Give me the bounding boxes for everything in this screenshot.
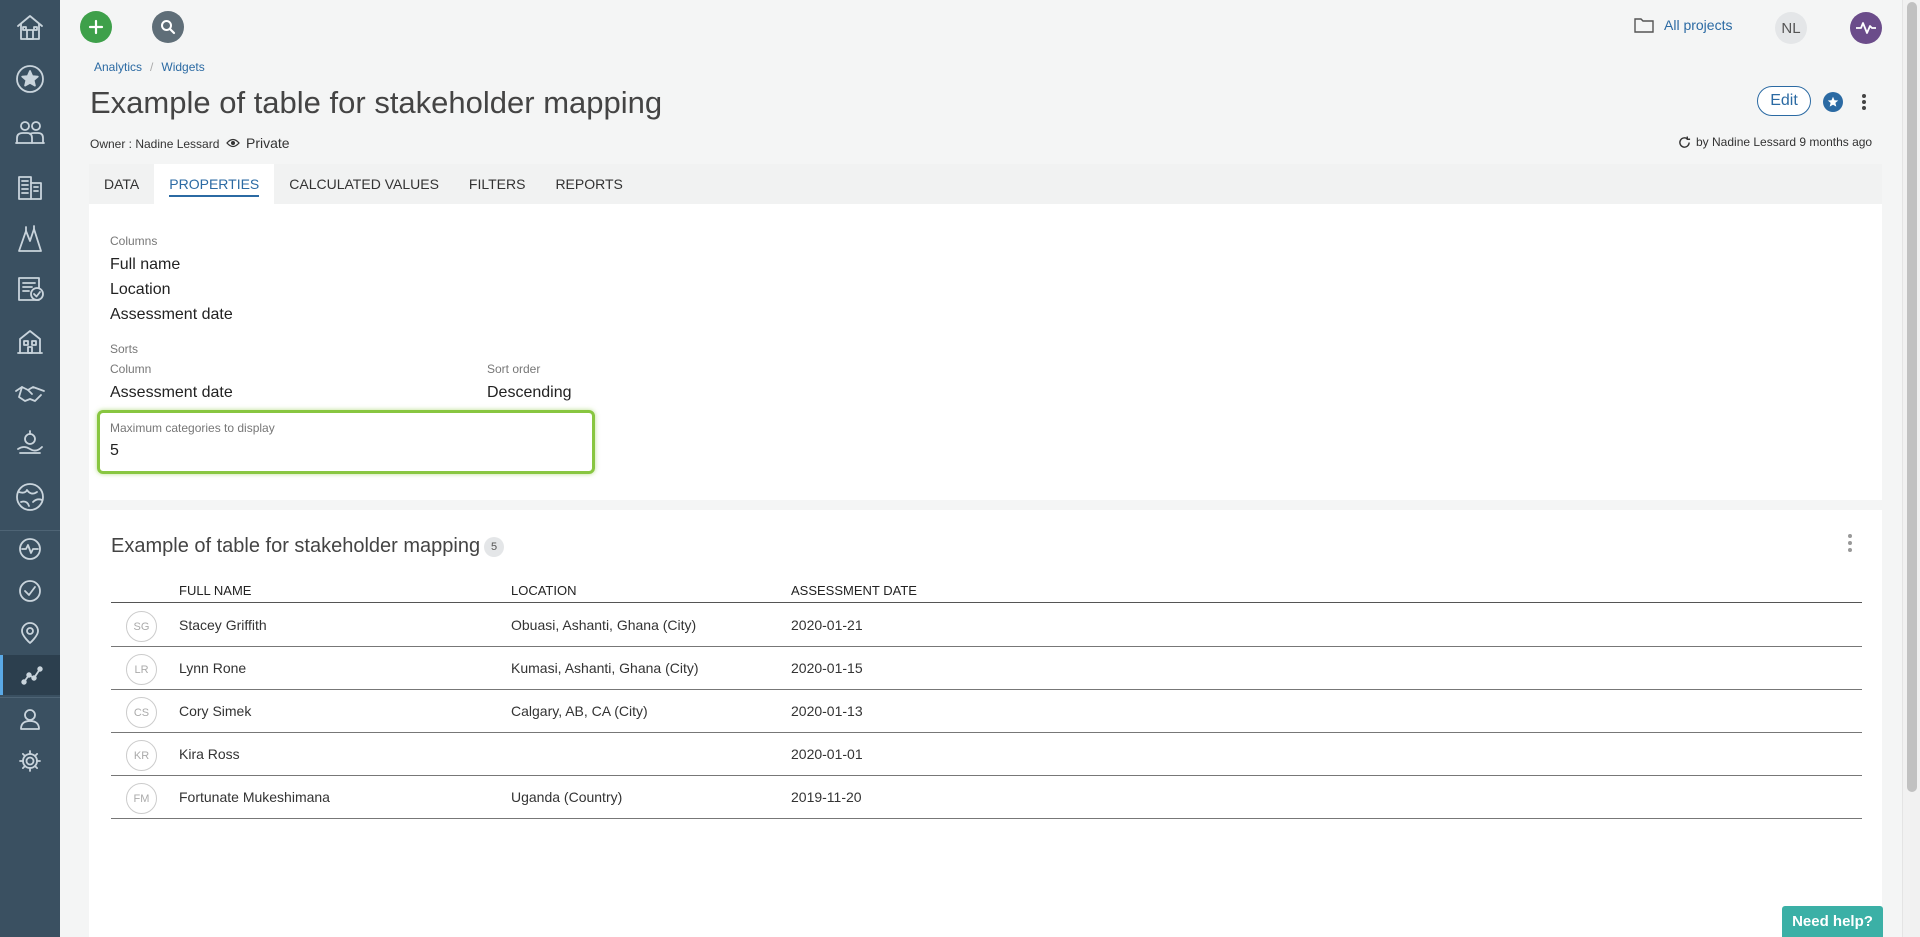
check-icon[interactable] (0, 574, 60, 608)
avatar: CS (126, 697, 157, 728)
breadcrumb-separator: / (150, 60, 154, 74)
sidebar-divider (0, 697, 60, 698)
agreements-icon[interactable] (0, 370, 60, 416)
privacy-status: Private (226, 135, 290, 151)
cell-full-name[interactable]: Stacey Griffith (179, 617, 267, 633)
globe-icon[interactable] (0, 472, 60, 522)
refresh-icon (1679, 135, 1691, 148)
need-help-button[interactable]: Need help? (1782, 906, 1883, 937)
cell-assessment-date: 2020-01-13 (791, 703, 863, 719)
column-item: Location (110, 281, 171, 298)
tab-data[interactable]: DATA (89, 164, 154, 204)
sort-order-value: Descending (487, 384, 572, 401)
buildings-icon[interactable] (0, 318, 60, 364)
folder-icon (1634, 18, 1654, 33)
star-icon (1827, 96, 1839, 107)
breadcrumb: Analytics / Widgets (94, 60, 205, 74)
row-count-badge: 5 (484, 537, 504, 557)
column-header-location[interactable]: LOCATION (511, 583, 577, 598)
privacy-label: Private (246, 135, 290, 151)
cell-assessment-date: 2020-01-21 (791, 617, 863, 633)
column-header-assessment-date[interactable]: ASSESSMENT DATE (791, 583, 917, 598)
cell-location: Obuasi, Ashanti, Ghana (City) (511, 617, 697, 633)
analytics-icon[interactable] (0, 655, 60, 695)
table-row[interactable]: CS Cory Simek Calgary, AB, CA (City) 202… (111, 690, 1862, 733)
breadcrumb-widgets[interactable]: Widgets (161, 60, 204, 74)
last-updated-label: by Nadine Lessard 9 months ago (1696, 135, 1873, 149)
owner-label: Owner : Nadine Lessard (90, 137, 220, 151)
page-scrollbar[interactable] (1902, 0, 1920, 937)
settings-icon[interactable] (0, 744, 60, 778)
avatar: FM (126, 783, 157, 814)
cell-assessment-date: 2020-01-15 (791, 660, 863, 676)
column-header-full-name[interactable]: FULL NAME (179, 583, 251, 598)
home-icon[interactable] (0, 4, 60, 50)
avatar: KR (126, 740, 157, 771)
projects-icon[interactable] (0, 216, 60, 262)
grievances-icon[interactable] (0, 420, 60, 466)
table-row[interactable]: FM Fortunate Mukeshimana Uganda (Country… (111, 776, 1862, 819)
cell-full-name[interactable]: Fortunate Mukeshimana (179, 789, 330, 805)
tab-reports[interactable]: REPORTS (540, 164, 637, 204)
cell-full-name[interactable]: Kira Ross (179, 746, 240, 762)
column-item: Assessment date (110, 306, 233, 323)
cell-assessment-date: 2019-11-20 (791, 789, 862, 805)
cell-location: Kumasi, Ashanti, Ghana (City) (511, 660, 699, 676)
star-icon[interactable] (0, 56, 60, 102)
pulse-icon (1856, 22, 1876, 34)
sort-order-label: Sort order (487, 362, 541, 376)
column-item: Full name (110, 256, 181, 273)
tab-properties[interactable]: PROPERTIES (154, 164, 275, 204)
search-icon (161, 20, 176, 35)
max-categories-highlight (97, 410, 595, 474)
table-row[interactable]: LR Lynn Rone Kumasi, Ashanti, Ghana (Cit… (111, 647, 1862, 690)
more-options-icon[interactable] (1858, 92, 1870, 112)
search-button[interactable] (152, 11, 184, 43)
avatar: SG (126, 611, 157, 642)
activity-icon[interactable] (0, 532, 60, 566)
table-title: Example of table for stakeholder mapping (111, 535, 481, 557)
eye-icon (226, 138, 240, 148)
breadcrumb-analytics[interactable]: Analytics (94, 60, 142, 74)
organizations-icon[interactable] (0, 164, 60, 210)
tasks-icon[interactable] (0, 266, 60, 312)
cell-full-name[interactable]: Cory Simek (179, 703, 251, 719)
tab-filters[interactable]: FILTERS (454, 164, 541, 204)
max-categories-label: Maximum categories to display (110, 421, 275, 435)
cell-location: Uganda (Country) (511, 789, 623, 805)
sidebar-divider (0, 530, 60, 531)
widget-properties-card: DATA PROPERTIES CALCULATED VALUES FILTER… (89, 164, 1882, 500)
sort-column-label: Column (110, 362, 152, 376)
avatar: LR (126, 654, 157, 685)
edit-button[interactable]: Edit (1757, 86, 1811, 116)
user-avatar[interactable]: NL (1775, 12, 1807, 44)
activity-pulse-button[interactable] (1850, 12, 1882, 44)
page-title: Example of table for stakeholder mapping (90, 85, 663, 120)
table-header: FULL NAME LOCATION ASSESSMENT DATE (111, 582, 1862, 603)
all-projects-label: All projects (1664, 17, 1733, 33)
cell-full-name[interactable]: Lynn Rone (179, 660, 246, 676)
last-updated: by Nadine Lessard 9 months ago (1678, 135, 1872, 149)
cell-location: Calgary, AB, CA (City) (511, 703, 648, 719)
widget-preview-card: Example of table for stakeholder mapping… (89, 510, 1882, 937)
table-row[interactable]: SG Stacey Griffith Obuasi, Ashanti, Ghan… (111, 604, 1862, 647)
user-icon[interactable] (0, 702, 60, 736)
columns-label: Columns (110, 234, 158, 248)
scrollbar-thumb[interactable] (1907, 2, 1917, 792)
table-row[interactable]: KR Kira Ross 2020-01-01 (111, 733, 1862, 776)
cell-assessment-date: 2020-01-01 (791, 746, 863, 762)
stakeholders-icon[interactable] (0, 110, 60, 156)
card-options-icon[interactable] (1844, 532, 1856, 554)
add-button[interactable] (80, 11, 112, 43)
all-projects-link[interactable]: All projects (1634, 17, 1732, 33)
sorts-label: Sorts (110, 342, 139, 356)
tab-calculated-values[interactable]: CALCULATED VALUES (274, 164, 454, 204)
favorite-button[interactable] (1823, 92, 1843, 112)
sidebar (0, 0, 60, 937)
tab-bar: DATA PROPERTIES CALCULATED VALUES FILTER… (89, 164, 1882, 204)
sort-column-value: Assessment date (110, 384, 233, 401)
max-categories-value: 5 (110, 442, 119, 459)
plus-icon (88, 19, 104, 35)
location-icon[interactable] (0, 616, 60, 650)
